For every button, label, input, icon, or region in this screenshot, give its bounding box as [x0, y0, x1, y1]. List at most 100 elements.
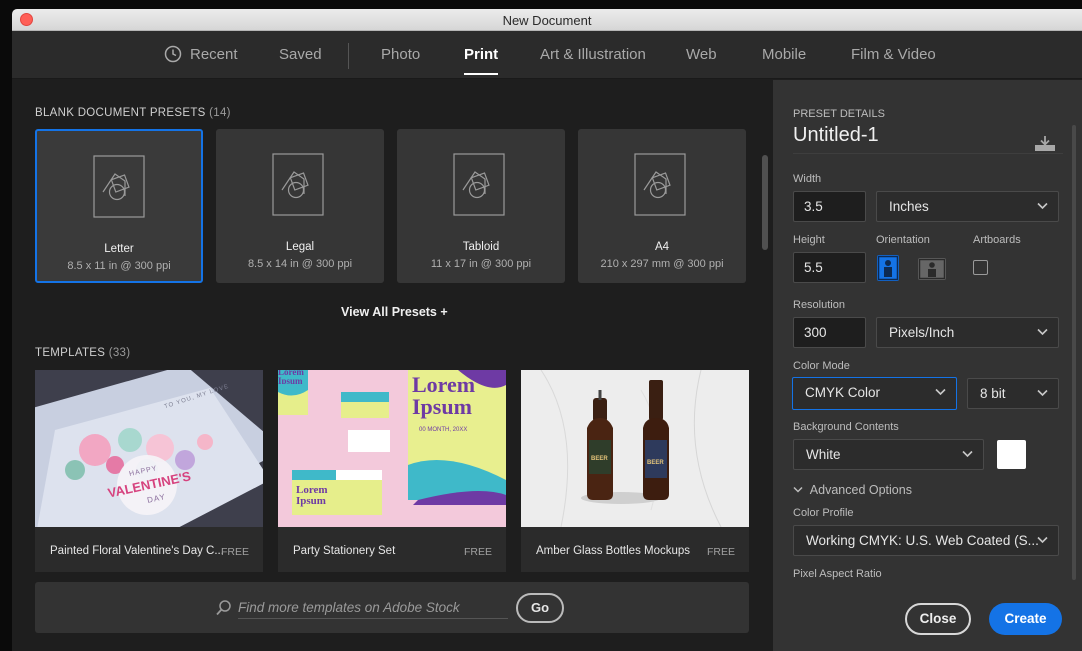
preset-card-letter[interactable]: Letter 8.5 x 11 in @ 300 ppi: [35, 129, 203, 283]
presets-count: (14): [209, 107, 231, 119]
document-icon: [272, 153, 324, 216]
document-icon: [93, 155, 145, 218]
presets-title: BLANK DOCUMENT PRESETS: [35, 107, 206, 119]
chevron-down-icon: [1037, 202, 1048, 210]
bottle-label-text: BEER: [647, 460, 664, 466]
new-document-dialog: New Document Recent Saved Photo Print Ar…: [12, 9, 1082, 651]
stationery-corner-text: Lorem Ipsum: [278, 370, 304, 384]
color-mode-label: Color Mode: [793, 360, 850, 372]
stationery-date-text: 00 MONTH, 20XX: [419, 427, 468, 433]
template-thumbnail: Lorem Ipsum 00 MONTH, 20XX Lorem Ipsum L…: [278, 370, 506, 527]
width-unit-value: Inches: [889, 199, 929, 214]
presets-scrollbar[interactable]: [762, 155, 768, 250]
create-button[interactable]: Create: [989, 603, 1062, 635]
tab-film-video[interactable]: Film & Video: [851, 46, 936, 63]
width-label: Width: [793, 173, 822, 185]
chevron-down-icon: [1037, 389, 1048, 397]
details-scrollbar[interactable]: [1072, 125, 1076, 580]
preset-details-title: PRESET DETAILS: [793, 108, 885, 120]
preset-size: 8.5 x 14 in @ 300 ppi: [247, 258, 353, 270]
tab-divider: [348, 43, 349, 69]
document-icon: [634, 153, 686, 216]
color-profile-value: Working CMYK: U.S. Web Coated (S...: [806, 533, 1039, 548]
bit-depth-select[interactable]: 8 bit: [967, 378, 1059, 409]
background-color-swatch[interactable]: [997, 440, 1026, 469]
color-profile-select[interactable]: Working CMYK: U.S. Web Coated (S...: [793, 525, 1059, 556]
go-button[interactable]: Go: [516, 593, 564, 623]
chevron-down-icon: [793, 486, 803, 493]
advanced-options-label: Advanced Options: [809, 483, 912, 497]
preset-name: A4: [654, 241, 670, 253]
portrait-orientation-button[interactable]: [877, 255, 899, 281]
category-tabs: Recent Saved Photo Print Art & Illustrat…: [12, 31, 1082, 79]
tab-mobile[interactable]: Mobile: [762, 46, 806, 63]
template-card-amber-bottles[interactable]: BEER BEER Amber Glass Bottles Mockups FR…: [521, 370, 749, 572]
preset-card-legal[interactable]: Legal 8.5 x 14 in @ 300 ppi: [216, 129, 384, 283]
background-contents-select[interactable]: White: [793, 439, 984, 470]
height-input[interactable]: 5.5: [793, 252, 866, 283]
template-card-party-stationery[interactable]: Lorem Ipsum 00 MONTH, 20XX Lorem Ipsum L…: [278, 370, 506, 572]
templates-title: TEMPLATES: [35, 347, 106, 359]
artboards-checkbox[interactable]: [973, 260, 988, 275]
resolution-label: Resolution: [793, 299, 845, 311]
advanced-options-toggle[interactable]: Advanced Options: [793, 483, 912, 497]
template-name: Amber Glass Bottles Mockups: [536, 545, 691, 557]
view-all-presets-link[interactable]: View All Presets +: [341, 305, 448, 319]
pixel-aspect-ratio-label: Pixel Aspect Ratio: [793, 568, 882, 580]
landscape-person-icon: [918, 258, 946, 280]
template-name: Party Stationery Set: [293, 545, 396, 557]
title-bar: New Document: [12, 9, 1082, 31]
template-badge: FREE: [220, 546, 249, 558]
chevron-down-icon: [962, 450, 973, 458]
color-mode-select[interactable]: CMYK Color: [792, 377, 957, 410]
preset-card-tabloid[interactable]: Tabloid 11 x 17 in @ 300 ppi: [397, 129, 565, 283]
preset-size: 8.5 x 11 in @ 300 ppi: [67, 260, 171, 272]
stationery-title-text: Lorem Ipsum: [412, 372, 476, 419]
presets-heading: BLANK DOCUMENT PRESETS (14): [35, 107, 231, 119]
template-card-valentine[interactable]: HAPPY VALENTINE'S DAY TO YOU, MY LOVE Pa…: [35, 370, 263, 572]
template-name: Painted Floral Valentine's Day C...: [50, 545, 224, 557]
width-input[interactable]: 3.5: [793, 191, 866, 222]
preset-card-a4[interactable]: A4 210 x 297 mm @ 300 ppi: [578, 129, 746, 283]
tab-saved[interactable]: Saved: [279, 46, 322, 63]
template-badge: FREE: [706, 546, 735, 558]
preset-name: Letter: [104, 243, 134, 255]
tab-recent[interactable]: Recent: [190, 46, 238, 63]
bottles-image: [521, 370, 749, 527]
landscape-orientation-button[interactable]: [918, 258, 946, 280]
resolution-unit-select[interactable]: Pixels/Inch: [876, 317, 1059, 348]
window-title: New Document: [502, 13, 592, 28]
document-name-field[interactable]: Untitled-1: [793, 124, 1063, 154]
tab-print[interactable]: Print: [464, 46, 499, 75]
color-profile-label: Color Profile: [793, 507, 854, 519]
clock-icon: [164, 45, 182, 63]
height-label: Height: [793, 234, 825, 246]
template-thumbnail: HAPPY VALENTINE'S DAY TO YOU, MY LOVE: [35, 370, 263, 527]
bit-depth-value: 8 bit: [980, 386, 1006, 401]
width-unit-select[interactable]: Inches: [876, 191, 1059, 222]
resolution-unit-value: Pixels/Inch: [889, 325, 955, 340]
background-contents-value: White: [806, 447, 841, 462]
preset-size: 11 x 17 in @ 300 ppi: [430, 258, 532, 270]
tab-web[interactable]: Web: [686, 46, 717, 63]
preset-name: Tabloid: [462, 241, 500, 253]
stock-search-bar: Go: [35, 582, 749, 633]
color-mode-value: CMYK Color: [805, 385, 881, 400]
templates-count: (33): [108, 347, 131, 359]
close-button[interactable]: Close: [905, 603, 971, 635]
stationery-card-text: Lorem Ipsum: [296, 484, 328, 507]
orientation-label: Orientation: [876, 234, 930, 246]
stock-search-input[interactable]: [238, 597, 508, 619]
desktop-menubar-strip: [0, 0, 1082, 9]
template-badge: FREE: [463, 546, 492, 558]
tab-art-illustration[interactable]: Art & Illustration: [540, 46, 646, 63]
preset-size: 210 x 297 mm @ 300 ppi: [600, 258, 724, 270]
resolution-input[interactable]: 300: [793, 317, 866, 348]
chevron-down-icon: [935, 388, 946, 396]
background-contents-label: Background Contents: [793, 421, 899, 433]
chevron-down-icon: [1037, 536, 1048, 544]
presets-area: BLANK DOCUMENT PRESETS (14) Letter 8.5 x…: [12, 80, 772, 651]
save-preset-icon[interactable]: [1034, 136, 1056, 152]
templates-heading: TEMPLATES (33): [35, 347, 130, 359]
tab-photo[interactable]: Photo: [381, 46, 420, 63]
